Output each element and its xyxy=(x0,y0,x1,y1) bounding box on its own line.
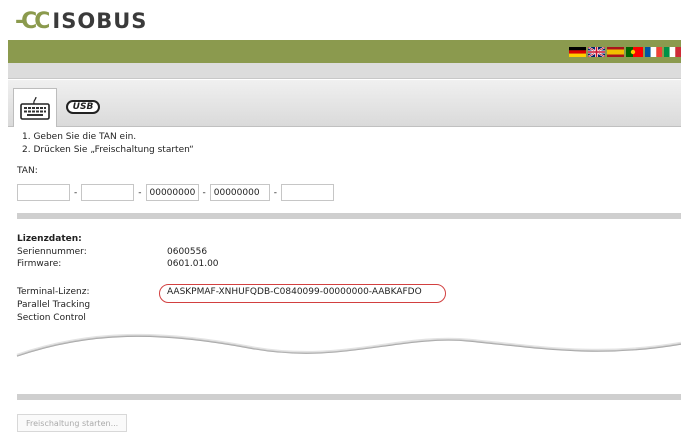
tan-input-row: - - - - xyxy=(17,184,334,201)
serial-number-label: Seriennummer: xyxy=(17,247,87,257)
italian-flag-icon[interactable] xyxy=(664,47,681,57)
tan-separator: - xyxy=(74,187,78,198)
language-flags xyxy=(569,47,681,57)
instruction-step-1: 1. Geben Sie die TAN ein. xyxy=(22,132,137,142)
tan-separator: - xyxy=(273,187,277,198)
tab-strip: USB xyxy=(8,80,681,127)
tan-field-5[interactable] xyxy=(281,184,334,201)
torn-edge-divider xyxy=(16,333,681,366)
instruction-step-2: 2. Drücken Sie „Freischaltung starten“ xyxy=(22,145,194,155)
sub-bar xyxy=(8,63,681,79)
tan-separator: - xyxy=(202,187,206,198)
portuguese-flag-icon[interactable] xyxy=(626,47,643,57)
german-flag-icon[interactable] xyxy=(569,47,586,57)
feature-section-control: Section Control xyxy=(17,313,86,323)
license-data-title: Lizenzdaten: xyxy=(17,234,82,244)
serial-number-value: 0600556 xyxy=(167,247,208,257)
logo-text: ISOBUS xyxy=(52,9,148,33)
firmware-value: 0601.01.00 xyxy=(167,259,219,269)
terminal-license-value: AASKPMAF-XNHUFQDB-C0840099-00000000-AABK… xyxy=(167,287,422,297)
separator-bar xyxy=(17,394,681,400)
tan-field-2[interactable] xyxy=(81,184,135,201)
top-bar xyxy=(8,40,681,63)
start-activation-button[interactable]: Freischaltung starten... xyxy=(17,414,128,432)
tan-field-1[interactable] xyxy=(17,184,70,201)
tan-separator: - xyxy=(138,187,142,198)
ccisobus-logo: -CC ISOBUS xyxy=(15,7,147,35)
tab-keyboard[interactable] xyxy=(13,88,57,127)
feature-parallel-tracking: Parallel Tracking xyxy=(17,300,91,310)
tan-field-4[interactable] xyxy=(209,184,270,201)
firmware-label: Firmware: xyxy=(17,259,62,269)
spanish-flag-icon[interactable] xyxy=(607,47,624,57)
separator-bar xyxy=(17,213,681,219)
terminal-license-label: Terminal-Lizenz: xyxy=(17,287,90,297)
logo-mark: -CC xyxy=(15,8,50,34)
tan-field-3[interactable] xyxy=(145,184,199,201)
french-flag-icon[interactable] xyxy=(645,47,662,57)
keyboard-icon xyxy=(20,96,50,120)
usb-icon: USB xyxy=(65,100,101,114)
tab-usb[interactable]: USB xyxy=(61,88,105,126)
british-flag-icon[interactable] xyxy=(588,47,605,57)
tan-label: TAN: xyxy=(17,166,38,176)
